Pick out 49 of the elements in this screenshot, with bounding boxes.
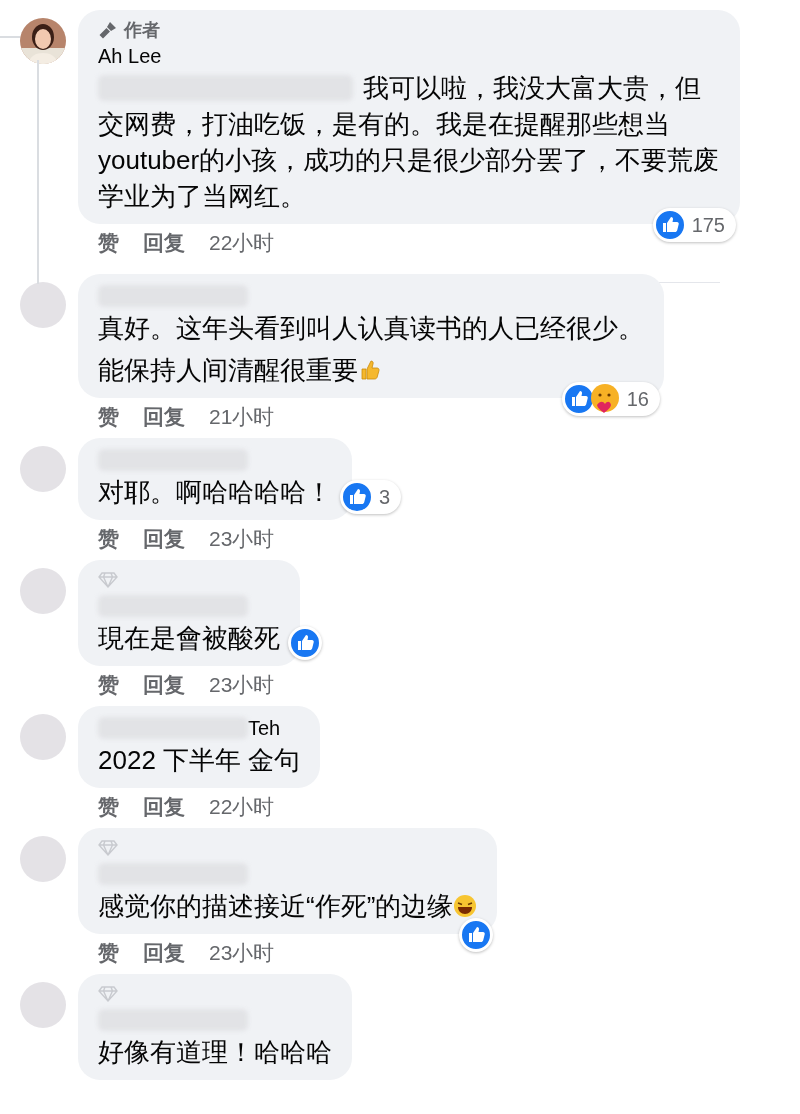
timestamp[interactable]: 22小时 [209, 791, 275, 823]
reaction-count[interactable]: 16 [561, 382, 660, 416]
avatar[interactable] [20, 982, 66, 1028]
avatar[interactable] [20, 568, 66, 614]
like-reaction-icon [289, 627, 321, 659]
reply-link[interactable]: 回复 [143, 791, 185, 823]
reply-link[interactable]: 回复 [143, 937, 185, 969]
reaction-count[interactable]: 3 [340, 480, 402, 514]
reply-link[interactable]: 回复 [143, 227, 185, 259]
author-label: 作者 [124, 19, 160, 42]
reaction-count[interactable] [459, 918, 494, 952]
reaction-count[interactable]: 175 [652, 208, 736, 242]
diamond-icon [98, 572, 118, 588]
like-link[interactable]: 赞 [98, 401, 119, 433]
like-reaction-icon [653, 209, 686, 241]
avatar[interactable] [20, 714, 66, 760]
diamond-icon [98, 986, 118, 1002]
avatar[interactable] [20, 446, 66, 492]
care-reaction-icon [588, 383, 621, 415]
comment-text: 現在是會被酸死 [98, 622, 280, 655]
timestamp[interactable]: 21小时 [209, 401, 275, 433]
comment-text: 2022 下半年 金句 [98, 744, 301, 777]
like-link[interactable]: 赞 [98, 669, 119, 701]
laughing-emoji-icon [453, 894, 478, 918]
like-link[interactable]: 赞 [98, 523, 119, 555]
like-reaction-icon [341, 481, 373, 513]
avatar[interactable] [20, 836, 66, 882]
avatar[interactable] [20, 282, 66, 328]
like-link[interactable]: 赞 [98, 791, 119, 823]
like-reaction-icon [562, 383, 595, 415]
timestamp[interactable]: 22小时 [209, 227, 275, 259]
like-link[interactable]: 赞 [98, 227, 119, 259]
timestamp[interactable]: 23小时 [209, 937, 275, 969]
like-link[interactable]: 赞 [98, 937, 119, 969]
timestamp[interactable]: 23小时 [209, 669, 275, 701]
comment-text: 对耶。啊哈哈哈哈！ [98, 476, 332, 509]
author-name[interactable]: Ah Lee [98, 42, 720, 70]
reply-link[interactable]: 回复 [143, 523, 185, 555]
author-name[interactable]: Teh [248, 714, 281, 742]
timestamp[interactable]: 23小时 [209, 523, 275, 555]
thumbs-up-emoji-icon [358, 358, 382, 382]
reaction-count[interactable] [288, 626, 322, 660]
reply-link[interactable]: 回复 [143, 669, 185, 701]
comment-text: 感觉你的描述接近“作死”的边缘 [98, 888, 478, 924]
diamond-icon [98, 840, 118, 856]
comment-text: 好像有道理！哈哈哈 [98, 1036, 332, 1069]
comment-text: 真好。这年头看到叫人认真读书的人已经很少。 [98, 312, 644, 345]
reply-link[interactable]: 回复 [143, 401, 185, 433]
like-reaction-icon [460, 919, 493, 951]
